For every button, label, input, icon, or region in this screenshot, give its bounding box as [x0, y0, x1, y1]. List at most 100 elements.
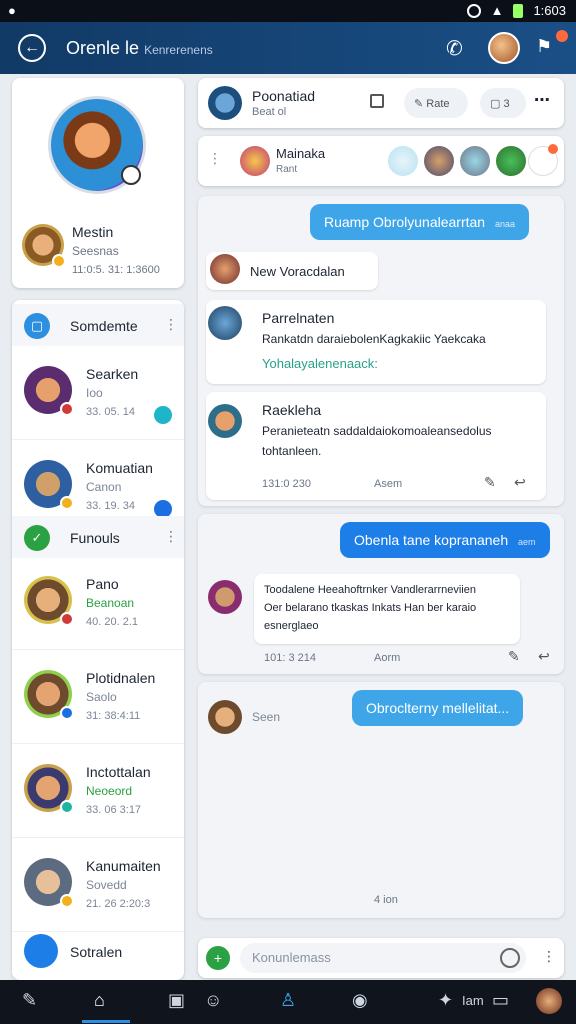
message-meta: anaa — [494, 219, 516, 229]
contact-name: Komuatian — [86, 460, 153, 476]
contact-sub: Beanoan — [86, 596, 135, 610]
section-header[interactable]: ✓ Funouls ⋮ — [12, 516, 184, 558]
contact-avatar — [24, 670, 74, 720]
message-text: Peranieteatn saddaldaiokomoaleansedolus — [262, 424, 492, 438]
message-input[interactable]: Konunlemass — [240, 943, 526, 973]
contact-item[interactable]: Inctottalan Neoeord 33. 06 3:17 — [12, 744, 184, 838]
message-text: Toodalene Heeahoftrnker Vandlerarrneviie… — [264, 584, 476, 596]
contact-name: Plotidnalen — [86, 670, 156, 686]
emoji-icon[interactable] — [500, 948, 520, 968]
participant-avatar[interactable] — [460, 146, 490, 176]
contact-sub: Canon — [86, 480, 122, 494]
bottom-nav: ✎ ⌂ ▣ ☺ ♙ ◉ ✦ Iam ▭ — [0, 980, 576, 1024]
app-title-sub: Kenrerenens — [144, 43, 213, 57]
participant-sub: Rant — [276, 164, 298, 175]
sender-name: Parrelnaten — [262, 310, 335, 326]
contact-sub: Neoeord — [86, 784, 133, 798]
chat-square-icon: ▢ — [24, 313, 50, 339]
message-text: Oer belarano tkaskas Inkats Han ber kara… — [264, 602, 477, 614]
more-vert-icon[interactable]: ⋮ — [164, 528, 178, 545]
profile-avatar[interactable] — [536, 988, 562, 1014]
contact-avatar — [24, 764, 74, 814]
count-label: 3 — [503, 98, 510, 110]
section-label: Funouls — [70, 530, 120, 546]
contact-avatar — [24, 460, 74, 510]
contact-avatar — [24, 366, 74, 416]
profile-small-avatar[interactable] — [22, 224, 66, 268]
sender-avatar — [208, 306, 242, 340]
reply-icon[interactable]: ↩ — [514, 474, 526, 491]
camera-icon[interactable] — [121, 165, 141, 185]
more-vert-icon[interactable]: ⋮ — [164, 316, 178, 333]
more-horiz-icon[interactable]: ⋯ — [534, 90, 550, 110]
compose-icon[interactable]: ✎ — [22, 990, 37, 1011]
contact-item[interactable]: Sotralen — [12, 924, 184, 980]
rate-button[interactable]: ✎ Rate — [404, 88, 468, 118]
typing-indicator: 4 ion — [374, 894, 398, 906]
active-tab-indicator — [82, 1020, 130, 1023]
status-dot-icon — [60, 706, 74, 720]
message-status: Asem — [374, 478, 403, 490]
section-header[interactable]: ▢ Somdemte ⋮ — [12, 304, 184, 346]
person-icon[interactable]: ♙ — [280, 990, 296, 1011]
message-thread: Ruamp Obrolyunalearrtan anaa New Voracda… — [198, 196, 564, 506]
profile-card: Mestin Seesnas 11:0:5. 31: 1:3600 — [12, 78, 184, 288]
seen-label: Seen — [252, 710, 281, 724]
contact-sub: Saolo — [86, 690, 117, 704]
profile-meta: 11:0:5. 31: 1:3600 — [72, 264, 160, 276]
edit-icon[interactable]: ✎ — [508, 648, 520, 665]
phone-icon[interactable]: ✆ — [446, 36, 463, 61]
window-icon[interactable]: ▭ — [492, 990, 509, 1011]
participant-avatar[interactable] — [388, 146, 418, 176]
contact-item[interactable]: Searken Ioo 33. 05. 14 — [12, 346, 184, 440]
chat-header: Poonatiad Beat ol ✎ Rate ▢ 3 ⋯ — [198, 78, 564, 128]
incoming-message: New Voracdalan — [206, 252, 378, 290]
app-indicator-icon: ● — [8, 3, 16, 18]
contact-name: Pano — [86, 576, 119, 592]
notification-badge — [548, 144, 558, 154]
outgoing-message: Obroclterny mellelitat... — [352, 690, 524, 726]
home-icon[interactable]: ⌂ — [94, 990, 105, 1011]
contact-sub: Sovedd — [86, 878, 127, 892]
contact-item[interactable]: Kanumaiten Sovedd 21. 26 2:20:3 — [12, 838, 184, 932]
tag-icon[interactable]: ▣ — [168, 990, 185, 1011]
my-avatar[interactable] — [488, 32, 520, 64]
back-arrow-icon[interactable]: ← — [18, 34, 46, 62]
message-thread: Obroclterny mellelitat... Seen 4 ion — [198, 682, 564, 918]
profile-avatar[interactable] — [48, 96, 146, 194]
incoming-message: Toodalene Heeahoftrnker Vandlerarrneviie… — [254, 574, 520, 644]
message-text: Obroclterny mellelitat... — [366, 700, 510, 716]
app-bar: ← Orenle le Kenrerenens ✆ ⚑ — [0, 22, 576, 74]
participant-avatar[interactable] — [240, 146, 270, 176]
message-text: Ruamp Obrolyunalearrtan — [324, 214, 486, 230]
message-status: Aorm — [374, 652, 401, 664]
star-icon[interactable]: ✦ — [438, 990, 453, 1011]
sender-avatar — [210, 254, 240, 284]
smile-icon[interactable]: ☺ — [204, 990, 222, 1011]
unread-icon — [154, 406, 172, 424]
contact-name: Kanumaiten — [86, 858, 161, 874]
stop-icon[interactable] — [370, 94, 384, 108]
app-title-main: Orenle le — [66, 38, 140, 58]
contact-avatar — [24, 858, 74, 908]
contact-time: 33. 05. 14 — [86, 406, 135, 418]
more-vert-icon[interactable]: ⋮ — [208, 150, 222, 167]
status-icon — [52, 254, 66, 268]
participant-avatar[interactable] — [424, 146, 454, 176]
status-time: 1:603 — [533, 3, 566, 18]
attach-icon[interactable]: + — [206, 946, 230, 970]
contact-item[interactable]: Plotidnalen Saolo 31: 38:4:11 — [12, 650, 184, 744]
message-text: esnerglaeo — [264, 620, 319, 632]
contact-item[interactable]: Pano Beanoan 40. 20. 2.1 — [12, 556, 184, 650]
chat-avatar[interactable] — [208, 86, 242, 120]
contact-time: 31: 38:4:11 — [86, 710, 141, 722]
edit-icon[interactable]: ✎ — [484, 474, 496, 491]
more-vert-icon[interactable]: ⋮ — [542, 948, 556, 965]
participant-avatar[interactable] — [496, 146, 526, 176]
notification-badge — [556, 30, 568, 42]
group-icon[interactable]: ⚑ — [536, 36, 552, 57]
count-button[interactable]: ▢ 3 — [480, 88, 526, 118]
reply-icon[interactable]: ↩ — [538, 648, 550, 665]
chat-icon[interactable]: ◉ — [352, 990, 368, 1011]
alarm-icon — [466, 3, 481, 18]
